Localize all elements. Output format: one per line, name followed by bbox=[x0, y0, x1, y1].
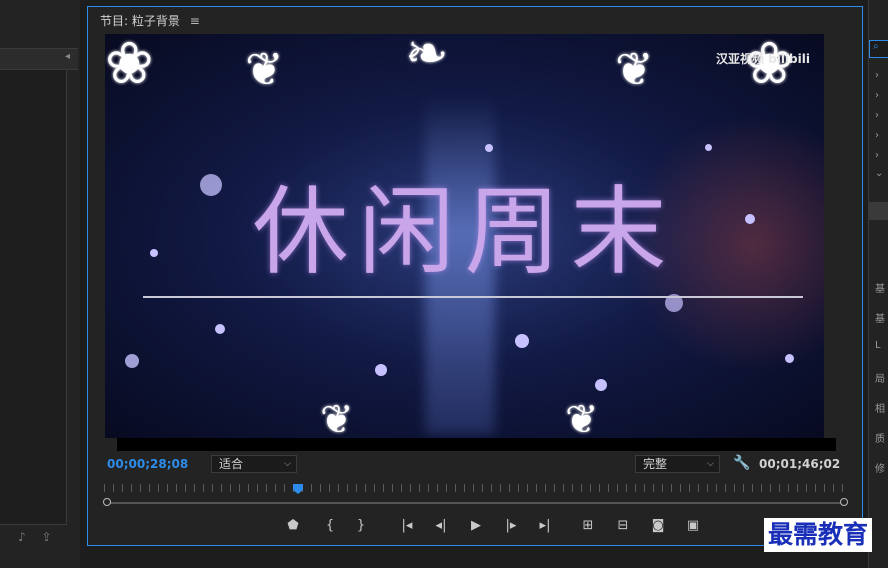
step-forward-icon[interactable]: |▸ bbox=[501, 518, 521, 533]
quality-dropdown-value: 完整 bbox=[643, 457, 668, 471]
playhead[interactable] bbox=[293, 484, 303, 494]
left-panel: ◂ ♪ ⇪ bbox=[0, 0, 80, 568]
duration-timecode: 00;01;46;02 bbox=[759, 457, 841, 471]
export-frame-icon[interactable]: ◙ bbox=[648, 518, 668, 533]
left-panel-content bbox=[0, 70, 67, 525]
go-to-out-icon[interactable]: ▸| bbox=[535, 518, 555, 533]
comparison-view-icon[interactable]: ▣ bbox=[683, 518, 703, 533]
zoom-handle-right[interactable] bbox=[840, 498, 848, 506]
chevron-right-icon[interactable]: › bbox=[875, 70, 879, 81]
chevron-right-icon[interactable]: › bbox=[875, 110, 879, 121]
search-icon[interactable]: ⌕ bbox=[869, 40, 888, 58]
particle bbox=[595, 379, 607, 391]
right-panel-item[interactable]: 相 bbox=[875, 400, 885, 415]
fit-dropdown[interactable]: 适合 ⌵ bbox=[211, 455, 297, 473]
right-panel-item[interactable]: 基 bbox=[875, 280, 885, 295]
play-icon[interactable]: ▶ bbox=[466, 518, 486, 533]
monitor-title: 节目: 粒子背景 ≡ bbox=[100, 12, 200, 29]
chevron-down-icon[interactable]: ⌄ bbox=[875, 168, 883, 179]
video-frame[interactable]: ❀ ❦ ❧ ❦ ❀ ❦ ❦ 休闲周末 汉亚视频 bilibili bbox=[105, 34, 824, 438]
right-panel-item[interactable]: 质 bbox=[875, 430, 885, 445]
ornament-top-left: ❀ bbox=[105, 34, 154, 97]
panel-menu-icon[interactable]: ≡ bbox=[190, 14, 200, 28]
chevron-down-icon: ⌵ bbox=[284, 459, 291, 469]
right-panel: ⌕ › › › › › ⌄ 基 基 L 局 相 质 修 bbox=[868, 0, 888, 568]
particle bbox=[705, 144, 712, 151]
mark-out-icon[interactable]: } bbox=[351, 518, 371, 533]
monitor-title-text: 节目: 粒子背景 bbox=[100, 14, 180, 28]
right-panel-item[interactable]: L bbox=[875, 340, 881, 351]
left-panel-toolbar: ♪ ⇪ bbox=[18, 530, 64, 544]
fit-dropdown-value: 适合 bbox=[219, 457, 244, 471]
selected-row[interactable] bbox=[869, 202, 888, 220]
right-panel-item[interactable]: 修 bbox=[875, 460, 885, 475]
settings-wrench-icon[interactable]: 🔧 bbox=[733, 455, 750, 471]
headline-underline bbox=[143, 296, 803, 298]
right-panel-item[interactable]: 局 bbox=[875, 370, 885, 385]
audio-icon[interactable]: ♪ bbox=[18, 530, 26, 544]
chevron-right-icon[interactable]: › bbox=[875, 130, 879, 141]
particle bbox=[375, 364, 387, 376]
ornament-top-center: ❧ bbox=[405, 34, 449, 84]
particle bbox=[485, 144, 493, 152]
current-timecode[interactable]: 00;00;28;08 bbox=[107, 457, 188, 471]
program-monitor: 节目: 粒子背景 ≡ ❀ ❦ ❧ ❦ ❀ ❦ ❦ 休闲周末 汉亚视频 bilib… bbox=[87, 6, 863, 546]
chevron-right-icon[interactable]: › bbox=[875, 150, 879, 161]
quality-dropdown[interactable]: 完整 ⌵ bbox=[635, 455, 720, 473]
ornament-bottom-left: ❦ bbox=[320, 397, 354, 438]
export-icon[interactable]: ⇪ bbox=[42, 530, 52, 544]
video-headline: 休闲周末 bbox=[252, 176, 677, 288]
video-watermark: 汉亚视频 bilibili bbox=[715, 52, 810, 66]
left-panel-header: ◂ bbox=[0, 48, 78, 70]
right-panel-item[interactable]: 基 bbox=[875, 310, 885, 325]
go-to-in-icon[interactable]: |◂ bbox=[397, 518, 417, 533]
step-back-icon[interactable]: ◂| bbox=[431, 518, 451, 533]
chevron-down-icon: ⌵ bbox=[707, 459, 714, 469]
particle bbox=[125, 354, 139, 368]
add-marker-icon[interactable]: ⬟ bbox=[283, 518, 303, 533]
panel-menu-icon[interactable]: ◂ bbox=[65, 51, 70, 62]
lift-icon[interactable]: ⊞ bbox=[578, 518, 598, 533]
zoom-handle-left[interactable] bbox=[103, 498, 111, 506]
particle bbox=[515, 334, 529, 348]
particle bbox=[215, 324, 225, 334]
timeline-ruler[interactable] bbox=[103, 484, 848, 506]
ornament-top-right-scroll: ❦ bbox=[615, 42, 654, 96]
ornament-bottom-right: ❦ bbox=[565, 397, 599, 438]
mark-in-icon[interactable]: { bbox=[320, 518, 340, 533]
zoom-scrollbar-track[interactable] bbox=[108, 502, 842, 504]
ornament-top-left-scroll: ❦ bbox=[245, 42, 284, 96]
particle bbox=[785, 354, 794, 363]
ruler-ticks bbox=[104, 484, 846, 492]
extract-icon[interactable]: ⊟ bbox=[613, 518, 633, 533]
letterbox-bar bbox=[117, 438, 836, 451]
chevron-right-icon[interactable]: › bbox=[875, 90, 879, 101]
brand-watermark: 最需教育 bbox=[764, 518, 873, 552]
